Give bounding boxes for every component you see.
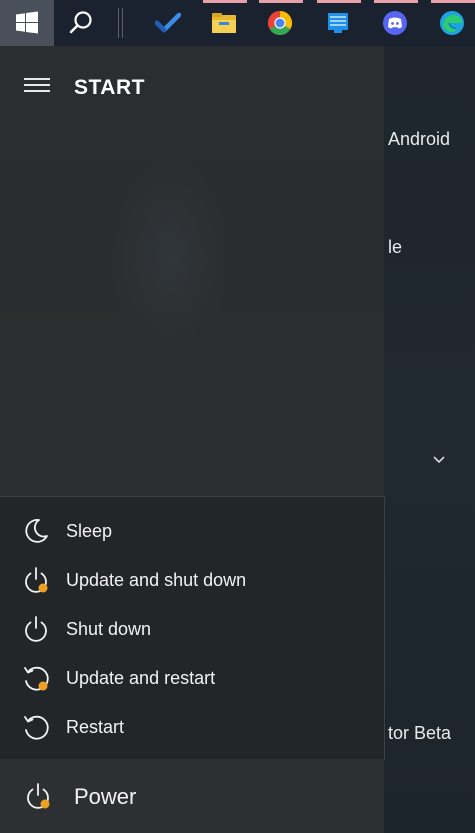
menu-item-shut-down[interactable]: Shut down: [0, 605, 384, 654]
background-app-label: tor Beta: [388, 723, 452, 743]
start-button[interactable]: [0, 0, 54, 46]
todo-check-icon: [155, 12, 181, 33]
background-app-label: Android: [388, 129, 451, 149]
background-app-label: le: [388, 237, 403, 257]
taskbar-grip[interactable]: [118, 8, 124, 38]
taskbar-app-chrome[interactable]: [252, 0, 308, 46]
restart-icon: [24, 715, 49, 740]
taskbar-app-discord[interactable]: [367, 0, 423, 46]
menu-item-label: Shut down: [66, 619, 152, 639]
update-shutdown-icon: [25, 567, 48, 593]
power-label: Power: [74, 784, 137, 809]
discord-icon: [383, 11, 407, 35]
taskbar-app-edge[interactable]: [424, 0, 475, 46]
menu-item-update-shut-down[interactable]: Update and shut down: [0, 556, 384, 605]
menu-item-restart[interactable]: Restart: [0, 703, 384, 752]
power-options-menu: Sleep Update and shut down Shut down Upd…: [0, 496, 385, 760]
menu-item-update-restart[interactable]: Update and restart: [0, 654, 384, 703]
search-button[interactable]: [54, 0, 108, 46]
menu-item-sleep[interactable]: Sleep: [0, 507, 384, 556]
background-area: [384, 46, 475, 833]
shutdown-icon: [25, 616, 47, 642]
start-title: START: [74, 76, 145, 99]
app-window-icon: [328, 13, 348, 33]
menu-item-label: Sleep: [66, 521, 113, 541]
menu-item-label: Update and restart: [66, 668, 216, 688]
chevron-down-icon[interactable]: [432, 452, 446, 470]
file-explorer-icon: [212, 13, 236, 33]
chrome-icon: [267, 10, 293, 36]
menu-item-label: Update and shut down: [66, 570, 247, 590]
windows-logo-icon: [16, 11, 38, 34]
edge-icon: [440, 11, 464, 35]
taskbar-app-window[interactable]: [310, 0, 366, 46]
search-icon: [69, 11, 92, 34]
hamburger-menu-icon[interactable]: [24, 78, 50, 94]
taskbar-app-todo[interactable]: [140, 0, 196, 46]
taskbar-app-file-explorer[interactable]: [196, 0, 252, 46]
sleep-moon-icon: [25, 519, 48, 543]
start-panel: START: [0, 46, 384, 498]
update-restart-icon: [24, 666, 49, 691]
menu-item-label: Restart: [66, 717, 125, 737]
background-blur: [110, 156, 230, 356]
power-button[interactable]: Power: [0, 759, 384, 833]
taskbar: [0, 0, 475, 46]
power-icon: [27, 783, 50, 809]
